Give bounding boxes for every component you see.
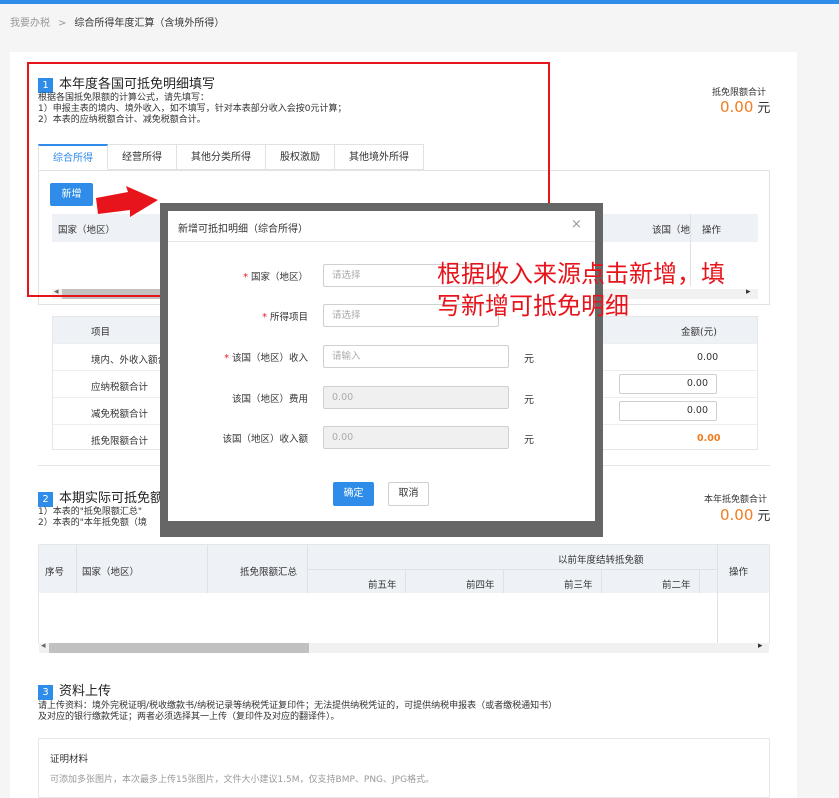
section3-title: 资料上传: [59, 684, 112, 699]
field-label-country-income: * 该国（地区）收入: [158, 350, 308, 364]
required-mark: *: [243, 272, 248, 283]
annotation-line: 写新增可抵免明细: [437, 292, 629, 320]
carryover-table-scrollbar[interactable]: [39, 643, 769, 653]
scrollbar-thumb[interactable]: [49, 643, 309, 653]
row-label: 应纳税额合计: [91, 382, 149, 393]
field-label-text: 该国（地区）费用: [231, 394, 308, 405]
section3-number: 3: [38, 684, 53, 700]
col-country: 国家（地区）: [82, 567, 140, 578]
row-label: 减免税额合计: [91, 409, 149, 420]
col-year-4: 前四年: [466, 580, 495, 591]
col-seq: 序号: [45, 567, 65, 578]
col-divider: [76, 545, 77, 593]
field-label-income-item: * 所得项目: [158, 309, 308, 323]
section1-total: 0.00 元: [720, 97, 770, 116]
section3-description: 请上传资料：境外完税证明/税收缴款书/纳税记录等纳税凭证复印件；无法提供纳税凭证…: [38, 701, 778, 723]
header-split-line: [307, 569, 717, 570]
col-divider: [601, 569, 602, 593]
row-value: 0.00: [697, 433, 721, 444]
section2-desc-line: 1）本表的"抵免限额汇总": [38, 507, 143, 517]
field-label-country-income-amount: 该国（地区）收入额: [158, 431, 308, 445]
col-action: 操作: [729, 567, 749, 578]
col-action: 操作: [702, 225, 722, 236]
upload-box-title: 证明材料: [50, 754, 89, 765]
section2-description: 1）本表的"抵免限额汇总" 2）本表的"本年抵免额（境: [38, 507, 147, 529]
section3-header: 3 资料上传: [38, 680, 111, 700]
col-divider: [307, 545, 308, 593]
country-expense-input: 0.00: [323, 386, 509, 409]
scroll-right-arrow[interactable]: ▸: [758, 641, 763, 651]
col-item: 项目: [91, 327, 111, 338]
upload-box: [38, 738, 770, 798]
section1-total-value: 0.00: [720, 98, 754, 116]
tax-payable-input[interactable]: 0.00: [619, 374, 717, 394]
col-year-5: 前五年: [368, 580, 397, 591]
required-mark: *: [224, 353, 229, 364]
field-label-text: 所得项目: [269, 312, 308, 323]
section2-total: 0.00 元: [720, 505, 770, 524]
scroll-left-arrow[interactable]: ◂: [41, 641, 46, 651]
section2-total-label: 本年抵免额合计: [704, 495, 768, 505]
col-divider: [699, 569, 700, 593]
breadcrumb-separator: >: [58, 18, 67, 29]
breadcrumb: 我要办税 > 综合所得年度汇算（含境外所得）: [10, 14, 224, 29]
section2-desc-line: 2）本表的"本年抵免额（境: [38, 518, 147, 528]
section2-number: 2: [38, 491, 53, 507]
annotation-line: 根据收入来源点击新增，填: [437, 260, 725, 288]
col-limit-summary: 抵免限额汇总: [240, 567, 298, 578]
section1-total-unit: 元: [757, 101, 771, 116]
col-amount: 金额(元): [681, 327, 717, 338]
tax-reduction-input[interactable]: 0.00: [619, 401, 717, 421]
section3-desc-line: 请上传资料：境外完税证明/税收缴款书/纳税记录等纳税凭证复印件；无法提供纳税凭证…: [38, 701, 558, 711]
field-label-text: 该国（地区）收入: [231, 353, 308, 364]
annotation-text: 根据收入来源点击新增，填 写新增可抵免明细: [437, 258, 837, 322]
top-accent-bar: [0, 0, 839, 4]
field-label-country: * 国家（地区）: [158, 269, 308, 283]
required-mark: *: [262, 312, 267, 323]
row-value: 0.00: [697, 352, 719, 363]
modal-divider: [168, 241, 595, 242]
section2-total-unit: 元: [757, 509, 771, 524]
pointer-arrow-icon: [96, 186, 158, 217]
field-label-text: 国家（地区）: [250, 272, 308, 283]
col-divider: [717, 545, 718, 643]
col-income: 该国（地: [652, 225, 691, 236]
col-divider: [207, 545, 208, 593]
section2-total-value: 0.00: [720, 506, 754, 524]
section2-title: 本期实际可抵免额: [59, 491, 164, 506]
unit-label: 元: [524, 354, 534, 365]
unit-label: 元: [524, 435, 534, 446]
row-label: 抵免限额合计: [91, 436, 149, 447]
section3-desc-line: 及对应的银行缴款凭证；两者必须选择其一上传（复印件及对应的翻译件）。: [38, 712, 340, 722]
country-income-input[interactable]: 请输入: [323, 345, 509, 368]
cancel-button[interactable]: 取消: [388, 482, 429, 506]
col-year-3: 前三年: [564, 580, 593, 591]
close-icon[interactable]: ×: [571, 217, 582, 232]
col-divider: [503, 569, 504, 593]
section2-header: 2 本期实际可抵免额: [38, 487, 163, 507]
upload-hint: 可添加多张图片，本次最多上传15张图片，文件大小建议1.5M，仅支持BMP、PN…: [50, 775, 435, 785]
country-income-amount-input: 0.00: [323, 426, 509, 449]
modal-title: 新增可抵扣明细（综合所得）: [178, 224, 308, 235]
field-label-text: 该国（地区）收入额: [222, 434, 308, 445]
breadcrumb-parent[interactable]: 我要办税: [10, 18, 50, 29]
col-divider: [405, 569, 406, 593]
unit-label: 元: [524, 395, 534, 406]
breadcrumb-current: 综合所得年度汇算（含境外所得）: [74, 18, 225, 29]
col-year-2: 前二年: [662, 580, 691, 591]
confirm-button[interactable]: 确定: [333, 482, 374, 506]
field-label-country-expense: 该国（地区）费用: [158, 391, 308, 405]
col-carryover-group: 以前年度结转抵免额: [558, 555, 644, 566]
